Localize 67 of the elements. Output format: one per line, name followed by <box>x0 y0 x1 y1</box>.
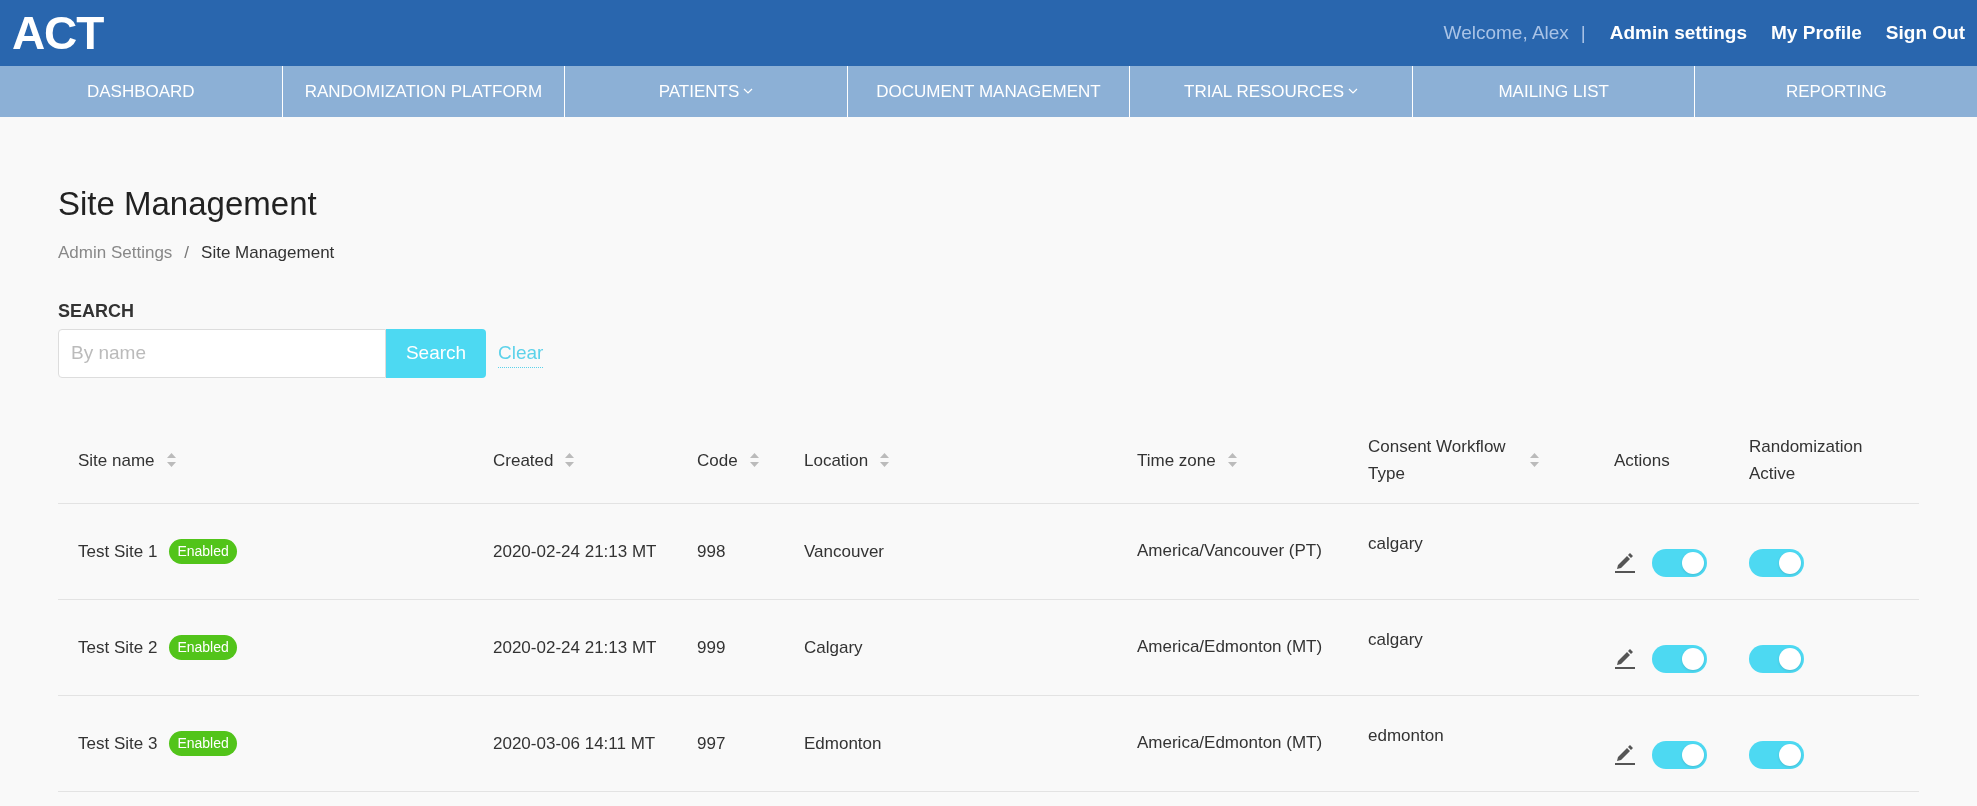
status-badge: Enabled <box>169 634 237 660</box>
nav-item[interactable]: PATIENTS <box>564 66 847 117</box>
column-header: Randomization Active <box>1749 436 1864 486</box>
breadcrumb-separator: / <box>184 242 190 265</box>
logo[interactable]: ACT <box>12 10 104 56</box>
edit-icon[interactable] <box>1614 552 1636 575</box>
site-name: Test Site 3 <box>78 732 158 755</box>
search-field[interactable]: By name <box>58 328 386 378</box>
nav-item[interactable]: RANDOMIZATION PLATFORM <box>281 66 565 117</box>
sort-icon[interactable] <box>1227 453 1237 468</box>
table-cell: 999 <box>697 637 726 657</box>
status-badge: Enabled <box>169 538 237 564</box>
nav-item[interactable]: MAILING LIST <box>1411 66 1695 117</box>
table-cell: Calgary <box>804 637 863 657</box>
table-cell: edmonton <box>1368 725 1444 745</box>
clear-link[interactable]: Clear <box>498 338 544 368</box>
table-cell: calgary <box>1368 533 1423 553</box>
column-header: Consent Workflow Type <box>1368 436 1507 486</box>
table-cell: calgary <box>1368 629 1423 649</box>
separator: | <box>1580 20 1586 45</box>
column-header: Created <box>493 449 554 472</box>
table-cell-text: America/Edmonton (MT) <box>1137 635 1324 658</box>
toggle-switch[interactable] <box>1749 549 1804 578</box>
toggle-switch[interactable] <box>1652 549 1707 578</box>
page-title: Site Management <box>58 184 318 224</box>
search-button[interactable]: Search <box>386 328 486 378</box>
table-cell-text: America/Vancouver (PT) <box>1137 539 1323 562</box>
header-link[interactable]: My Profile <box>1771 18 1862 48</box>
toggle-switch[interactable] <box>1652 741 1707 770</box>
breadcrumb-item[interactable]: Admin Settings <box>58 240 173 266</box>
nav-item[interactable]: TRIAL RESOURCES <box>1129 66 1412 117</box>
table-cell-text: America/Edmonton (MT) <box>1137 731 1324 754</box>
toggle-switch[interactable] <box>1652 645 1707 674</box>
edit-icon[interactable] <box>1614 648 1636 671</box>
sort-icon[interactable] <box>749 453 759 468</box>
table-cell: 2020-03-06 14:11 MT <box>493 733 656 753</box>
table-cell: 2020-02-24 21:13 MT <box>493 541 657 561</box>
column-header: Site name <box>78 449 155 472</box>
toggle-switch[interactable] <box>1749 741 1804 770</box>
status-badge: Enabled <box>169 730 237 756</box>
nav-item[interactable]: DASHBOARD <box>0 66 282 117</box>
table-cell: 2020-02-24 21:13 MT <box>493 637 657 657</box>
edit-icon[interactable] <box>1614 744 1636 767</box>
column-header: Time zone <box>1137 449 1216 472</box>
column-header: Actions <box>1614 449 1670 472</box>
nav-item[interactable]: REPORTING <box>1694 66 1977 117</box>
site-name: Test Site 2 <box>78 636 158 659</box>
sort-icon[interactable] <box>166 453 176 468</box>
table-cell: Vancouver <box>804 541 884 561</box>
column-header: Location <box>804 449 869 472</box>
header-link[interactable]: Admin settings <box>1609 18 1748 48</box>
column-header: Code <box>697 449 738 472</box>
toggle-switch[interactable] <box>1749 645 1804 674</box>
sort-icon[interactable] <box>1530 453 1539 468</box>
sort-icon[interactable] <box>880 453 890 468</box>
table-cell: 998 <box>697 541 726 561</box>
table-cell: 997 <box>697 733 726 753</box>
chevron-down-icon <box>743 88 754 95</box>
breadcrumb-item[interactable]: Site Management <box>201 240 335 266</box>
nav-item[interactable]: DOCUMENT MANAGEMENT <box>846 66 1130 117</box>
sort-icon[interactable] <box>565 453 575 468</box>
table-cell: Edmonton <box>804 733 882 753</box>
welcome-text: Welcome, Alex <box>1443 20 1569 45</box>
search-label: SEARCH <box>58 299 135 323</box>
header-link[interactable]: Sign Out <box>1885 18 1965 48</box>
site-name: Test Site 1 <box>78 540 158 563</box>
chevron-down-icon <box>1348 88 1359 95</box>
